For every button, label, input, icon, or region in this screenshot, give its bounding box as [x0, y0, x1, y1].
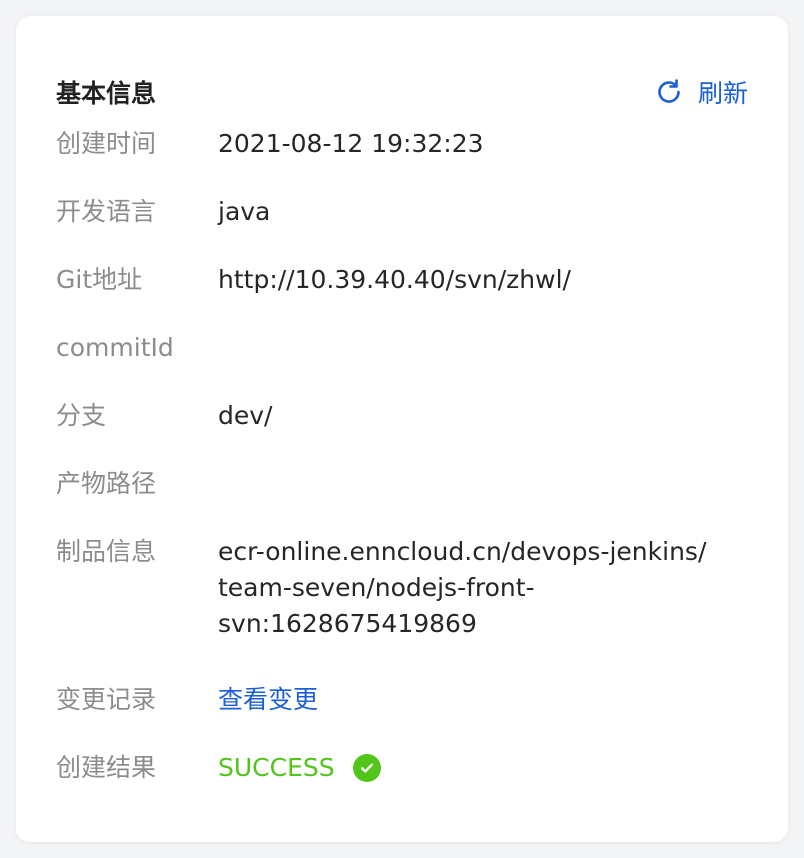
field-label: 产物路径	[56, 469, 157, 498]
field-language: 开发语言 java	[56, 194, 748, 230]
field-label: 创建结果	[56, 753, 157, 782]
check-circle-icon	[352, 754, 381, 782]
artifact-info-line: ecr-online.enncloud.cn/devops-jenkins/	[218, 537, 707, 566]
field-value: dev/	[218, 401, 273, 430]
field-value: ecr-online.enncloud.cn/devops-jenkins/ t…	[218, 534, 706, 642]
refresh-button[interactable]: 刷新	[654, 74, 748, 110]
refresh-icon	[654, 77, 684, 107]
card-header: 基本信息 刷新	[56, 68, 748, 116]
field-label: 变更记录	[56, 685, 157, 714]
field-label: 创建时间	[56, 129, 157, 158]
field-artifact-info: 制品信息 ecr-online.enncloud.cn/devops-jenki…	[56, 534, 748, 642]
field-label: Git地址	[56, 265, 143, 294]
field-create-time: 创建时间 2021-08-12 19:32:23	[56, 126, 748, 162]
field-label: commitId	[56, 333, 174, 362]
field-value: 2021-08-12 19:32:23	[218, 129, 484, 158]
status-text: SUCCESS	[218, 753, 335, 782]
refresh-label: 刷新	[697, 79, 748, 108]
field-value: java	[218, 197, 271, 226]
artifact-info-line: svn:1628675419869	[218, 609, 477, 638]
field-label: 制品信息	[56, 537, 157, 566]
field-artifact-path: 产物路径	[56, 466, 748, 502]
field-create-result: 创建结果 SUCCESS	[56, 750, 748, 786]
field-label: 分支	[56, 401, 107, 430]
field-change-record: 变更记录 查看变更	[56, 682, 748, 718]
basic-info-card: 基本信息 刷新 创建时间 2021-08-12 19:32:23 开发语言 ja…	[16, 16, 788, 842]
field-value: http://10.39.40.40/svn/zhwl/	[218, 265, 571, 294]
field-commit-id: commitId	[56, 330, 748, 366]
field-label: 开发语言	[56, 197, 157, 226]
field-git-address: Git地址 http://10.39.40.40/svn/zhwl/	[56, 262, 748, 298]
field-branch: 分支 dev/	[56, 398, 748, 434]
view-changes-link[interactable]: 查看变更	[218, 682, 318, 718]
card-title: 基本信息	[56, 79, 157, 108]
status-result: SUCCESS	[218, 750, 381, 786]
artifact-info-line: team-seven/nodejs-front-	[218, 573, 535, 602]
